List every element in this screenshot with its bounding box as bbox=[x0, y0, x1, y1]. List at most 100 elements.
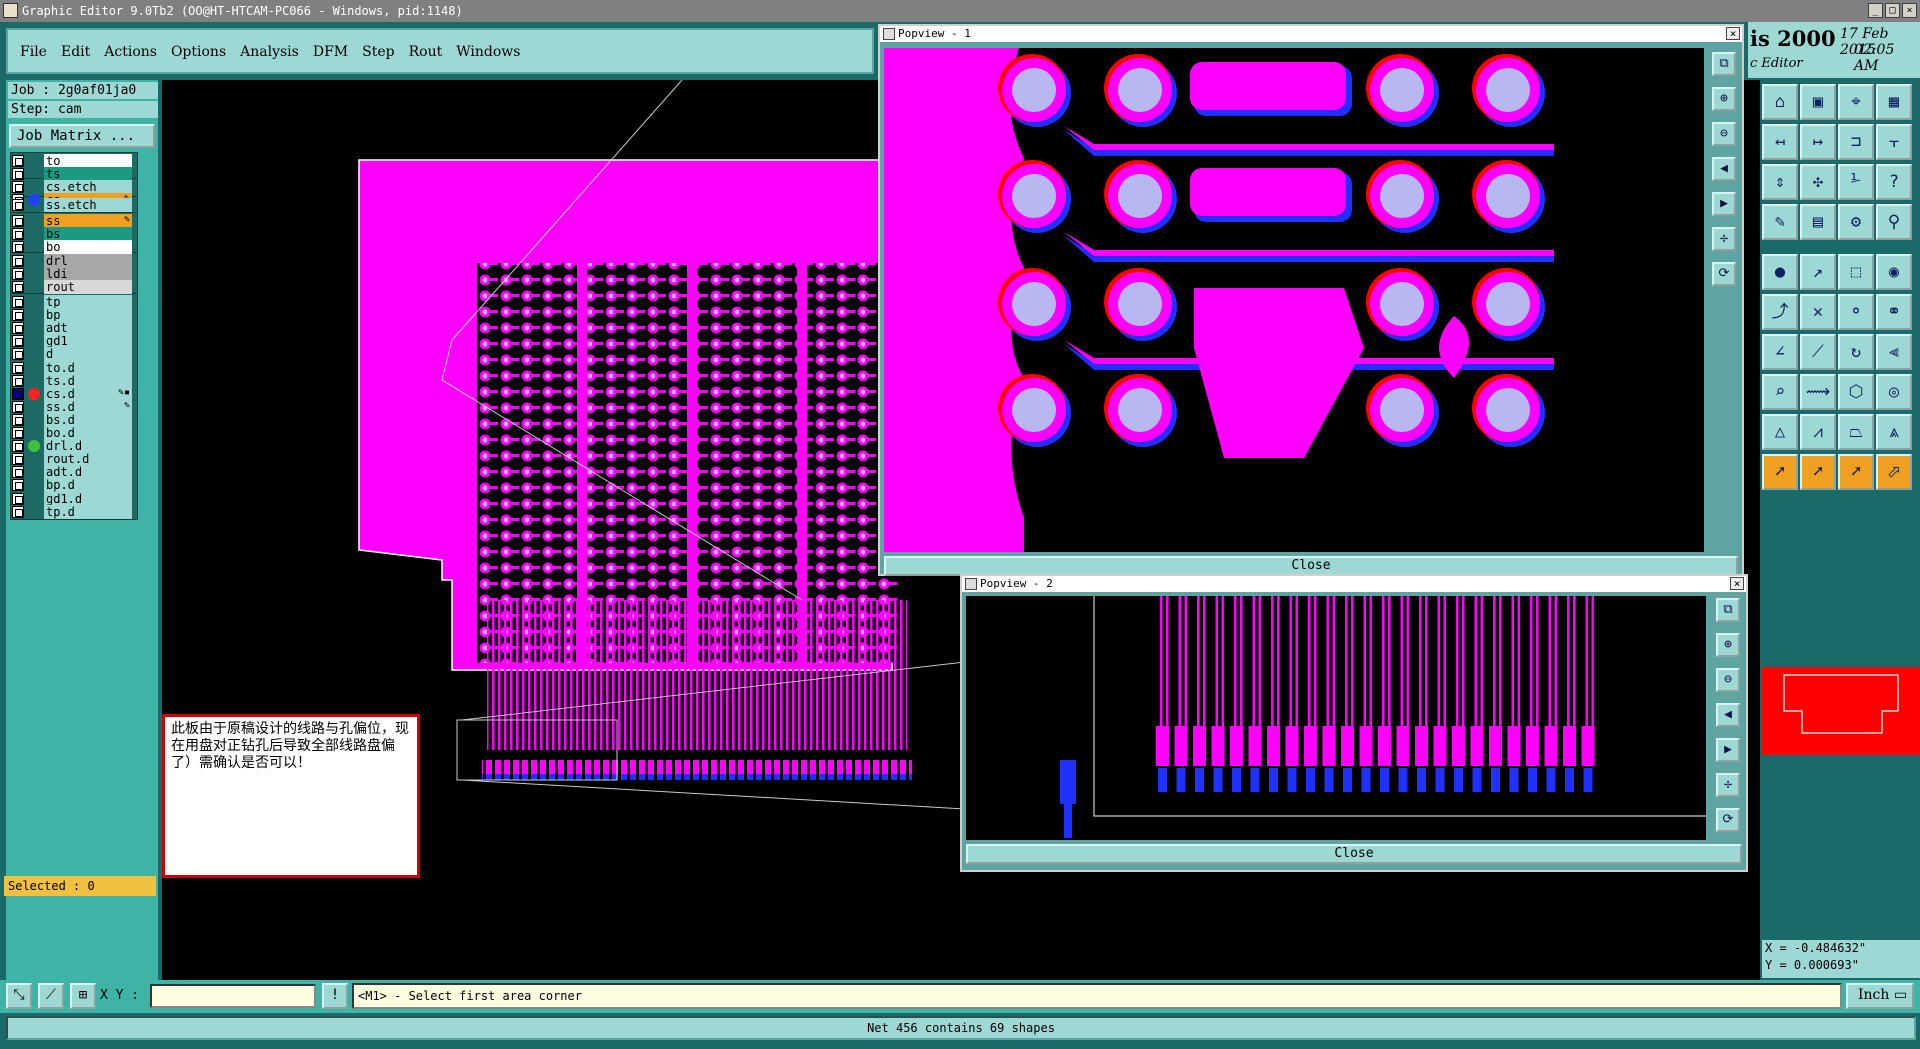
popview-2-close-button[interactable]: Close bbox=[966, 844, 1742, 864]
layer-row-adt-d[interactable]: adt.d bbox=[8, 465, 132, 480]
layer-row-bo-d[interactable]: bo.d bbox=[8, 426, 132, 440]
layer-checkbox[interactable] bbox=[12, 387, 24, 400]
move-icon[interactable]: ↤ bbox=[1762, 124, 1798, 160]
popview-2-close-icon[interactable]: × bbox=[1730, 577, 1744, 590]
layer-checkbox[interactable] bbox=[12, 440, 24, 453]
cross-icon[interactable]: △ bbox=[1762, 414, 1798, 450]
node-icon[interactable]: ⤴ bbox=[1762, 294, 1798, 330]
arc-icon[interactable]: ⬚ bbox=[1838, 254, 1874, 290]
layer-name[interactable]: rout.d bbox=[44, 452, 132, 467]
pick-icon[interactable]: ➚ bbox=[1800, 454, 1836, 490]
layer-row-adt[interactable]: adt bbox=[8, 321, 132, 336]
popview-1-redraw-icon[interactable]: ⟳ bbox=[1712, 262, 1736, 286]
layer-name[interactable]: bo bbox=[44, 240, 132, 255]
layer-checkbox[interactable] bbox=[12, 255, 24, 267]
layer-row-bp-d[interactable]: bp.d bbox=[8, 478, 132, 493]
popview-1-zoom-box-icon[interactable]: ✢ bbox=[1712, 227, 1736, 251]
layer-name[interactable]: bs bbox=[44, 227, 132, 242]
menu-edit[interactable]: Edit bbox=[61, 30, 90, 74]
layer-name[interactable]: bp.d bbox=[44, 478, 132, 493]
layer-name[interactable]: tp bbox=[44, 295, 132, 309]
layer-row-bs-d[interactable]: bs.d bbox=[8, 412, 132, 427]
area-icon[interactable]: ➚ bbox=[1838, 454, 1874, 490]
layer-name[interactable]: gd1.d bbox=[44, 491, 132, 506]
layer-name[interactable]: cs.etch bbox=[44, 180, 132, 194]
popview-1-pan-right-icon[interactable]: ▶ bbox=[1712, 192, 1736, 216]
resize-icon[interactable]: ⇕ bbox=[1762, 164, 1798, 200]
popview-2-pan-left-icon[interactable]: ◀ bbox=[1716, 703, 1740, 727]
layer-row-cs-d[interactable]: cs.d ✎▪ bbox=[8, 386, 132, 401]
layer-checkbox[interactable] bbox=[12, 479, 24, 492]
layer-row-tp-d[interactable]: tp.d bbox=[8, 504, 132, 519]
layer-checkbox[interactable] bbox=[12, 492, 24, 505]
layer-row-gd1-d[interactable]: gd1.d bbox=[8, 491, 132, 506]
layer-name[interactable]: ts.d bbox=[44, 373, 132, 388]
measure-icon[interactable]: ⫟ bbox=[1876, 124, 1912, 160]
net-icon[interactable]: ⚲ bbox=[1876, 204, 1912, 240]
layer-checkbox[interactable] bbox=[12, 505, 24, 518]
neck-icon[interactable]: ⏢ bbox=[1838, 414, 1874, 450]
line-icon[interactable]: ↗ bbox=[1800, 254, 1836, 290]
layer-name[interactable]: drl bbox=[44, 254, 132, 268]
tool-icon[interactable]: ⚙ bbox=[1838, 204, 1874, 240]
connect-icon[interactable]: ⚬ bbox=[1838, 294, 1874, 330]
popview-1-canvas[interactable] bbox=[884, 48, 1704, 552]
layer-name[interactable]: bp bbox=[44, 308, 132, 323]
layer-checkbox[interactable] bbox=[12, 241, 24, 254]
layer-checkbox[interactable] bbox=[12, 168, 24, 181]
menu-rout[interactable]: Rout bbox=[409, 30, 443, 74]
cut-icon[interactable]: ⩘ bbox=[1800, 414, 1836, 450]
slope-icon[interactable]: ⟋ bbox=[1800, 334, 1836, 370]
surface-icon[interactable]: ◉ bbox=[1876, 254, 1912, 290]
grid-icon[interactable]: ⊞ bbox=[70, 983, 96, 1009]
unit-selector[interactable]: Inch ▭ bbox=[1846, 983, 1914, 1009]
layer-checkbox[interactable] bbox=[12, 199, 24, 211]
layer-name[interactable]: ts bbox=[44, 167, 132, 182]
grid-icon[interactable]: ▦ bbox=[1876, 84, 1912, 120]
ring-icon[interactable]: ⩓ bbox=[1876, 414, 1912, 450]
popview-1-close-icon[interactable]: × bbox=[1726, 27, 1740, 40]
copy-icon[interactable]: ↦ bbox=[1800, 124, 1836, 160]
close-button[interactable]: × bbox=[1902, 3, 1917, 18]
layer-name[interactable]: to.d bbox=[44, 360, 132, 375]
home-icon[interactable]: ⌂ bbox=[1762, 84, 1798, 120]
layer-name[interactable]: d bbox=[44, 347, 132, 362]
layer-checkbox[interactable] bbox=[12, 374, 24, 387]
popview-2-zoom-in-icon[interactable]: ⊕ bbox=[1716, 633, 1740, 657]
layer-checkbox[interactable] bbox=[12, 215, 24, 227]
layer-checkbox[interactable] bbox=[12, 348, 24, 361]
popview-2-pan-right-icon[interactable]: ▶ bbox=[1716, 738, 1740, 762]
popview-2-canvas[interactable] bbox=[966, 596, 1706, 840]
center-icon[interactable]: ✣ bbox=[1800, 164, 1836, 200]
layer-row-ts-d[interactable]: ts.d bbox=[8, 373, 132, 388]
layer-checkbox[interactable] bbox=[12, 400, 24, 413]
layer-checkbox[interactable] bbox=[12, 322, 24, 335]
table-icon[interactable]: ▤ bbox=[1800, 204, 1836, 240]
layer-row-to[interactable]: to bbox=[8, 154, 132, 168]
layer-row-gd1[interactable]: gd1 bbox=[8, 334, 132, 349]
popview-1-fit-icon[interactable]: ⧉ bbox=[1712, 52, 1736, 76]
fix-icon[interactable]: ⌕ bbox=[1762, 374, 1798, 410]
drill-icon[interactable]: ◎ bbox=[1876, 374, 1912, 410]
layer-row-ts[interactable]: ts bbox=[8, 167, 132, 182]
edit-icon[interactable]: ✎ bbox=[1762, 204, 1798, 240]
layer-name[interactable]: drl.d bbox=[44, 439, 132, 454]
layer-checkbox[interactable] bbox=[12, 228, 24, 241]
layer-checkbox[interactable] bbox=[12, 453, 24, 466]
measure-icon[interactable]: ⤡ bbox=[6, 983, 32, 1009]
layer-row-bp[interactable]: bp bbox=[8, 308, 132, 323]
popview-2-fit-icon[interactable]: ⧉ bbox=[1716, 598, 1740, 622]
popview-2-titlebar[interactable]: Popview - 2 × bbox=[962, 576, 1746, 592]
menu-options[interactable]: Options bbox=[171, 30, 226, 74]
layer-checkbox[interactable] bbox=[12, 296, 24, 308]
layer-checkbox[interactable] bbox=[12, 361, 24, 374]
minimize-button[interactable]: _ bbox=[1868, 3, 1883, 18]
pointer-icon[interactable]: ⬀ bbox=[1876, 454, 1912, 490]
snap-icon[interactable]: ⟋ bbox=[38, 983, 64, 1009]
save-icon[interactable]: ▣ bbox=[1800, 84, 1836, 120]
layer-name[interactable]: adt.d bbox=[44, 465, 132, 480]
layer-name[interactable]: tp.d bbox=[44, 504, 132, 519]
layer-row-rout-d[interactable]: rout.d bbox=[8, 452, 132, 467]
rotate-icon[interactable]: ↻ bbox=[1838, 334, 1874, 370]
layer-row-cs-etch[interactable]: cs.etch bbox=[8, 180, 132, 194]
